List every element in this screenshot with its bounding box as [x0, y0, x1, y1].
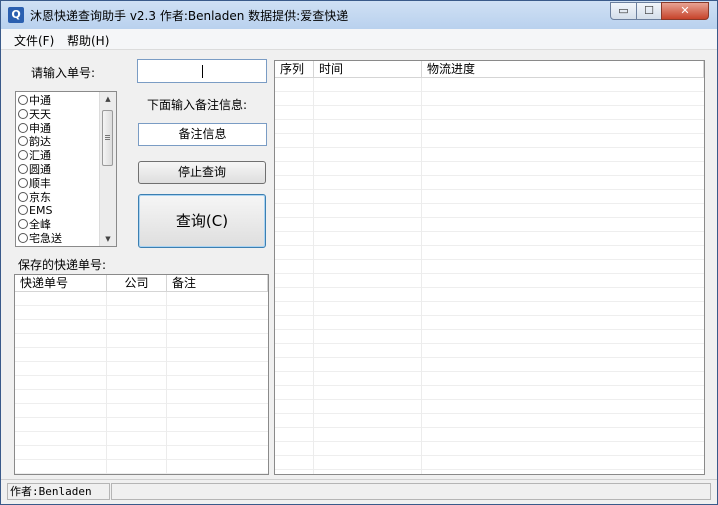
scroll-down-arrow-icon[interactable]: ▼ [100, 232, 116, 246]
column-company[interactable]: 公司 [107, 275, 167, 291]
close-button[interactable]: ✕ [661, 2, 709, 20]
title-bar[interactable]: Q 沐恩快递查询助手 v2.3 作者:Benladen 数据提供:爱查快递 ▭ … [1, 1, 717, 29]
courier-list-scrollbar[interactable]: ▲ ▼ [99, 92, 116, 246]
courier-option-label: 韵达 [29, 135, 51, 149]
menu-help[interactable]: 帮助(H) [67, 32, 109, 49]
courier-option-label: 京东 [29, 190, 51, 204]
courier-option[interactable]: 宅急送 [18, 232, 62, 246]
minimize-button[interactable]: ▭ [610, 2, 637, 20]
column-time[interactable]: 时间 [314, 61, 422, 77]
app-window: Q 沐恩快递查询助手 v2.3 作者:Benladen 数据提供:爱查快递 ▭ … [0, 0, 718, 505]
menu-file[interactable]: 文件(F) [14, 32, 54, 49]
courier-option[interactable]: 汇通 [18, 149, 51, 163]
courier-option[interactable]: 全峰 [18, 218, 51, 232]
radio-button-icon[interactable] [18, 108, 28, 119]
courier-option[interactable]: 天天 [18, 108, 51, 122]
radio-button-icon[interactable] [18, 191, 28, 202]
courier-option-label: 顺丰 [29, 176, 51, 190]
window-title: 沐恩快递查询助手 v2.3 作者:Benladen 数据提供:爱查快递 [30, 9, 349, 23]
radio-button-icon[interactable] [18, 164, 28, 174]
radio-button-icon[interactable] [18, 177, 28, 188]
courier-option[interactable]: 申通 [18, 122, 51, 136]
radio-button-icon[interactable] [18, 136, 28, 147]
courier-option-label: 宅急送 [29, 232, 62, 245]
courier-option-label: 圆通 [29, 163, 51, 176]
tracking-results-table[interactable]: 序列 时间 物流进度 [274, 60, 705, 475]
saved-table-header: 快递单号 公司 备注 [15, 275, 268, 292]
courier-radio-list[interactable]: 中通 天天 申通 韵达 汇通 圆通 顺丰 京东 EMS 全峰 宅急送 ▲ ▼ [15, 91, 117, 247]
courier-option-label: 全峰 [29, 218, 51, 232]
query-button[interactable]: 查询(C) [138, 194, 266, 248]
radio-button-icon[interactable] [18, 205, 28, 216]
results-table-header: 序列 时间 物流进度 [275, 61, 704, 78]
magnifier-app-icon: Q [8, 7, 24, 23]
saved-numbers-label: 保存的快递单号: [18, 258, 107, 272]
column-tracking-number[interactable]: 快递单号 [15, 275, 107, 291]
courier-option[interactable]: 京东 [18, 191, 51, 205]
column-sequence[interactable]: 序列 [275, 61, 314, 77]
scroll-thumb[interactable] [102, 110, 113, 166]
status-author: 作者:Benladen [7, 483, 110, 500]
column-note[interactable]: 备注 [167, 275, 268, 291]
courier-option[interactable]: 圆通 [18, 163, 51, 177]
radio-button-icon[interactable] [18, 122, 28, 133]
radio-button-icon[interactable] [18, 95, 28, 105]
courier-option[interactable]: EMS [18, 204, 52, 218]
note-label: 下面输入备注信息: [147, 98, 248, 112]
tracking-number-label: 请输入单号: [31, 66, 96, 80]
stop-query-button[interactable]: 停止查询 [138, 161, 266, 184]
maximize-button[interactable]: ☐ [636, 2, 662, 20]
radio-button-icon[interactable] [18, 233, 28, 243]
courier-option-label: 天天 [29, 107, 51, 121]
courier-option-label: 中通 [29, 94, 51, 107]
saved-numbers-table[interactable]: 快递单号 公司 备注 [14, 274, 269, 475]
scroll-up-arrow-icon[interactable]: ▲ [100, 92, 116, 106]
tracking-number-input[interactable] [137, 59, 267, 83]
text-cursor [202, 65, 203, 78]
courier-option[interactable]: 顺丰 [18, 177, 51, 191]
radio-button-icon[interactable] [18, 219, 28, 230]
radio-button-icon[interactable] [18, 150, 28, 161]
note-input[interactable]: 备注信息 [138, 123, 267, 146]
courier-option[interactable]: 中通 [18, 94, 51, 108]
status-bar: 作者:Benladen [1, 479, 717, 504]
courier-option[interactable]: 韵达 [18, 135, 51, 149]
results-table-grid [275, 78, 704, 474]
status-message [111, 483, 711, 500]
saved-table-grid [15, 292, 268, 474]
menu-bar: 文件(F) 帮助(H) [1, 29, 717, 50]
column-progress[interactable]: 物流进度 [422, 61, 704, 77]
courier-option-label: 汇通 [29, 149, 51, 163]
courier-option-label: EMS [29, 204, 53, 218]
courier-option-label: 申通 [29, 121, 51, 135]
